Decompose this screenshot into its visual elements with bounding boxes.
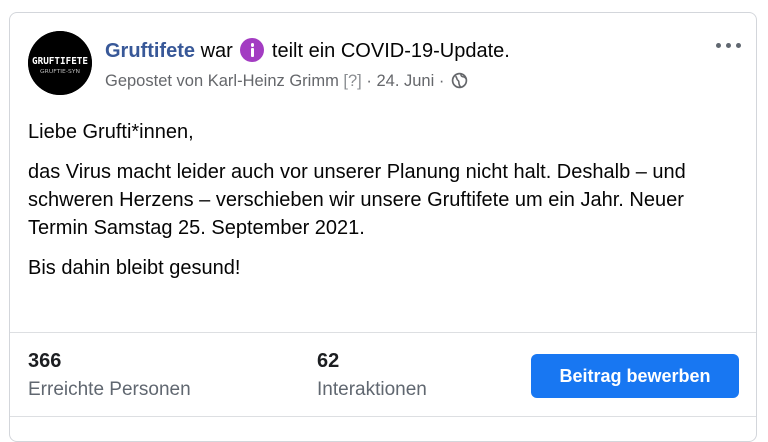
action-text-pre: war	[200, 40, 233, 62]
avatar-logo: GRUFTIFETE GRUFTIE-SYN	[28, 31, 92, 95]
svg-text:GRUFTIFETE: GRUFTIFETE	[32, 56, 88, 67]
meta-separator: ·	[438, 72, 445, 90]
info-icon	[240, 38, 265, 62]
interactions-value: 62	[317, 350, 340, 372]
page-name-link[interactable]: Gruftifete	[105, 40, 195, 62]
reach-label: Erreichte Personen	[28, 379, 191, 400]
page-avatar[interactable]: GRUFTIFETE GRUFTIE-SYN	[28, 31, 92, 95]
posted-by-text: Gepostet von Karl-Heinz Grimm	[105, 72, 339, 90]
post-header: Gruftifete war teilt ein COVID-19-Update…	[105, 38, 510, 64]
action-text-post: teilt ein COVID-19-Update.	[271, 40, 510, 62]
post-date-link[interactable]: 24. Juni	[376, 72, 434, 90]
footer-divider	[10, 416, 756, 417]
post-paragraph: das Virus macht leider auch vor unserer …	[28, 161, 686, 239]
post-card: GRUFTIFETE GRUFTIE-SYN Gruftifete war te…	[9, 12, 757, 442]
more-options-icon[interactable]	[714, 35, 744, 55]
post-meta: Gepostet von Karl-Heinz Grimm [?] · 24. …	[105, 70, 468, 92]
svg-text:GRUFTIE-SYN: GRUFTIE-SYN	[40, 69, 80, 75]
post-paragraph: Liebe Grufti*innen,	[28, 121, 194, 143]
promote-post-button[interactable]: Beitrag bewerben	[531, 354, 739, 398]
reach-stat: 366 Erreichte Personen	[28, 348, 191, 403]
meta-separator: ·	[366, 72, 372, 90]
globe-icon[interactable]	[451, 72, 468, 89]
post-text: Liebe Grufti*innen, das Virus macht leid…	[28, 118, 740, 294]
interactions-stat: 62 Interaktionen	[317, 348, 427, 403]
unknown-marker: [?]	[343, 72, 362, 90]
interactions-label: Interaktionen	[317, 379, 427, 400]
post-paragraph: Bis dahin bleibt gesund!	[28, 257, 241, 279]
stats-divider	[10, 332, 756, 333]
reach-value: 366	[28, 350, 62, 372]
